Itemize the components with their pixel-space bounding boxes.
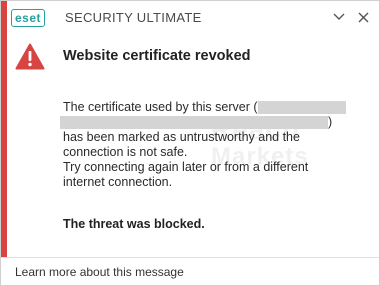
threat-blocked-text: The threat was blocked. [63, 217, 205, 231]
message-line-3: has been marked as untrustworthy and the [63, 130, 300, 144]
severity-accent-bar [1, 1, 7, 257]
close-icon [358, 12, 368, 22]
title-bar: eset SECURITY ULTIMATE [7, 1, 379, 33]
close-button[interactable] [353, 7, 373, 27]
message-line-4: connection is not safe. [63, 145, 188, 159]
logo-text: eset [11, 8, 46, 27]
chevron-down-icon [333, 13, 345, 20]
alert-window: eset SECURITY ULTIMATE Website certifica… [0, 0, 380, 286]
redacted-server-address [60, 116, 328, 130]
eset-logo: eset [11, 8, 46, 27]
learn-more-link[interactable]: Learn more about this message [15, 265, 184, 279]
message-line-5: Try connecting again later or from a dif… [63, 160, 309, 174]
message-line-2: ) [328, 115, 333, 129]
alert-title: Website certificate revoked [63, 48, 251, 64]
footer-divider [1, 257, 379, 258]
message-line-6: internet connection. [63, 175, 173, 189]
redacted-server-name [257, 101, 346, 115]
collapse-button[interactable] [329, 7, 349, 27]
alert-message: The certificate used by this server ( ) … [60, 100, 363, 190]
warning-triangle-icon [15, 43, 45, 70]
message-line-1: The certificate used by this server ( [63, 100, 258, 114]
product-name: SECURITY ULTIMATE [65, 10, 202, 25]
